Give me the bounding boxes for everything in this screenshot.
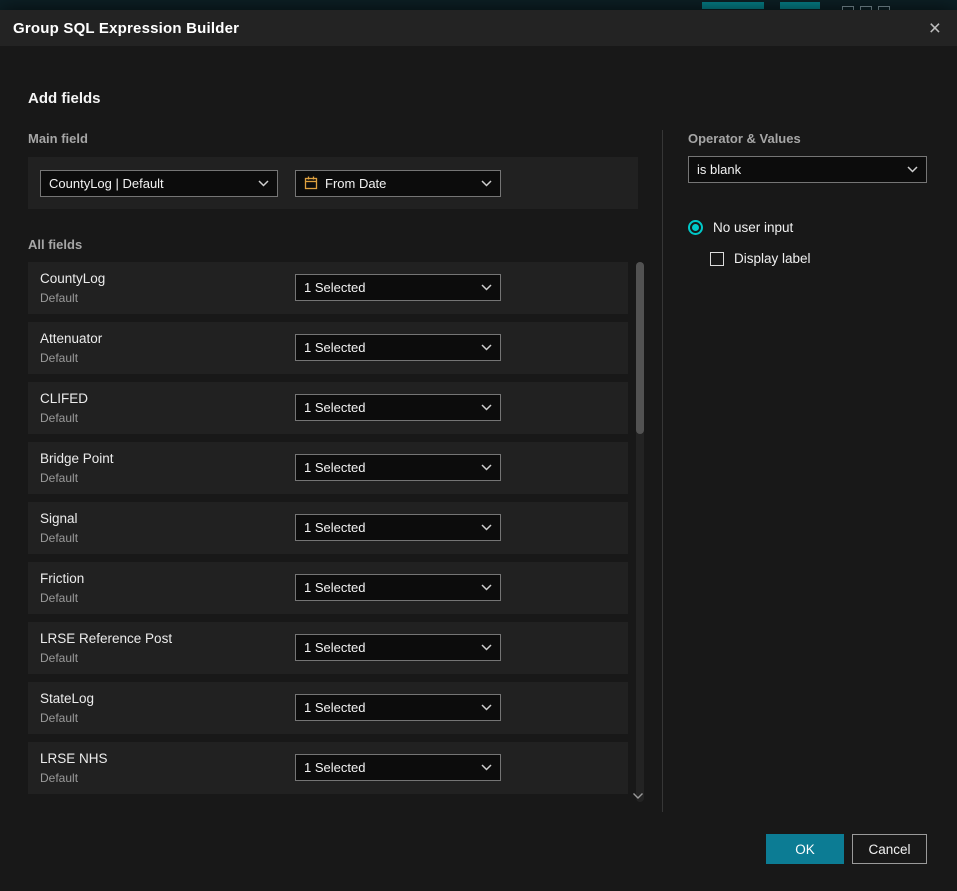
field-selected-dropdown[interactable]: 1 Selected bbox=[295, 754, 501, 781]
all-fields-label: All fields bbox=[28, 237, 82, 252]
operator-values-label: Operator & Values bbox=[688, 131, 801, 146]
field-name: Bridge Point bbox=[40, 451, 114, 466]
field-sublabel: Default bbox=[40, 651, 78, 665]
chevron-down-icon bbox=[481, 764, 492, 771]
field-sublabel: Default bbox=[40, 411, 78, 425]
field-selected-dropdown[interactable]: 1 Selected bbox=[295, 574, 501, 601]
field-row: Signal Default 1 Selected bbox=[28, 502, 628, 554]
all-fields-list: CountyLog Default 1 Selected Attenuator … bbox=[28, 262, 628, 794]
chevron-down-icon bbox=[481, 464, 492, 471]
field-name: CLIFED bbox=[40, 391, 88, 406]
dropdown-value: 1 Selected bbox=[304, 700, 473, 715]
field-name: StateLog bbox=[40, 691, 94, 706]
dropdown-value: 1 Selected bbox=[304, 280, 473, 295]
operator-select-dropdown[interactable]: is blank bbox=[688, 156, 927, 183]
field-selected-dropdown[interactable]: 1 Selected bbox=[295, 394, 501, 421]
layer-select-dropdown[interactable]: CountyLog | Default bbox=[40, 170, 278, 197]
cancel-button[interactable]: Cancel bbox=[852, 834, 927, 864]
chevron-down-icon bbox=[907, 166, 918, 173]
field-selected-dropdown[interactable]: 1 Selected bbox=[295, 334, 501, 361]
dropdown-value: 1 Selected bbox=[304, 520, 473, 535]
add-fields-heading: Add fields bbox=[28, 90, 101, 107]
field-selected-dropdown[interactable]: 1 Selected bbox=[295, 274, 501, 301]
field-row: Bridge Point Default 1 Selected bbox=[28, 442, 628, 494]
group-sql-expression-builder-dialog: Group SQL Expression Builder × Add field… bbox=[0, 10, 957, 891]
dropdown-value: 1 Selected bbox=[304, 580, 473, 595]
radio-selected-icon bbox=[688, 220, 703, 235]
field-row: CountyLog Default 1 Selected bbox=[28, 262, 628, 314]
dropdown-value: is blank bbox=[697, 162, 899, 177]
chevron-down-icon bbox=[481, 584, 492, 591]
field-sublabel: Default bbox=[40, 531, 78, 545]
field-name: Attenuator bbox=[40, 331, 102, 346]
background-app-strip bbox=[0, 0, 957, 10]
vertical-divider bbox=[662, 130, 663, 812]
field-selected-dropdown[interactable]: 1 Selected bbox=[295, 454, 501, 481]
field-sublabel: Default bbox=[40, 471, 78, 485]
field-selected-dropdown[interactable]: 1 Selected bbox=[295, 634, 501, 661]
background-link-fragment bbox=[780, 2, 820, 9]
dropdown-value: 1 Selected bbox=[304, 400, 473, 415]
no-user-input-radio[interactable]: No user input bbox=[688, 220, 793, 235]
field-name: LRSE NHS bbox=[40, 751, 108, 766]
field-sublabel: Default bbox=[40, 591, 78, 605]
field-name: Friction bbox=[40, 571, 84, 586]
field-name: LRSE Reference Post bbox=[40, 631, 172, 646]
ok-button[interactable]: OK bbox=[766, 834, 844, 864]
calendar-icon bbox=[304, 176, 318, 190]
dropdown-value: From Date bbox=[325, 176, 466, 191]
main-field-row: CountyLog | Default From Date bbox=[28, 157, 638, 209]
field-row: CLIFED Default 1 Selected bbox=[28, 382, 628, 434]
chevron-down-icon bbox=[481, 404, 492, 411]
chevron-down-icon bbox=[481, 524, 492, 531]
checkbox-icon bbox=[710, 252, 724, 266]
checkbox-label: Display label bbox=[734, 251, 811, 266]
main-field-label: Main field bbox=[28, 131, 88, 146]
scrollbar-thumb[interactable] bbox=[636, 262, 644, 434]
date-field-select-dropdown[interactable]: From Date bbox=[295, 170, 501, 197]
field-sublabel: Default bbox=[40, 291, 78, 305]
chevron-down-icon bbox=[481, 180, 492, 187]
dropdown-value: 1 Selected bbox=[304, 340, 473, 355]
chevron-down-icon bbox=[481, 344, 492, 351]
fields-scrollbar[interactable] bbox=[636, 262, 644, 802]
field-name: CountyLog bbox=[40, 271, 105, 286]
chevron-down-icon bbox=[481, 284, 492, 291]
field-row: StateLog Default 1 Selected bbox=[28, 682, 628, 734]
field-sublabel: Default bbox=[40, 711, 78, 725]
field-row: LRSE NHS Default 1 Selected bbox=[28, 742, 628, 794]
field-row: Friction Default 1 Selected bbox=[28, 562, 628, 614]
dropdown-value: 1 Selected bbox=[304, 640, 473, 655]
scroll-down-chevron-icon[interactable] bbox=[632, 792, 644, 800]
close-icon[interactable]: × bbox=[929, 18, 941, 39]
field-row: Attenuator Default 1 Selected bbox=[28, 322, 628, 374]
chevron-down-icon bbox=[481, 644, 492, 651]
display-label-checkbox[interactable]: Display label bbox=[710, 251, 811, 266]
dialog-title: Group SQL Expression Builder bbox=[13, 20, 239, 37]
dropdown-value: 1 Selected bbox=[304, 760, 473, 775]
radio-label: No user input bbox=[713, 220, 793, 235]
field-sublabel: Default bbox=[40, 771, 78, 785]
dropdown-value: 1 Selected bbox=[304, 460, 473, 475]
dropdown-value: CountyLog | Default bbox=[49, 176, 250, 191]
chevron-down-icon bbox=[258, 180, 269, 187]
dialog-header: Group SQL Expression Builder × bbox=[0, 10, 957, 46]
field-name: Signal bbox=[40, 511, 78, 526]
field-row: LRSE Reference Post Default 1 Selected bbox=[28, 622, 628, 674]
chevron-down-icon bbox=[481, 704, 492, 711]
field-selected-dropdown[interactable]: 1 Selected bbox=[295, 694, 501, 721]
background-link-fragment bbox=[702, 2, 764, 9]
field-selected-dropdown[interactable]: 1 Selected bbox=[295, 514, 501, 541]
field-sublabel: Default bbox=[40, 351, 78, 365]
